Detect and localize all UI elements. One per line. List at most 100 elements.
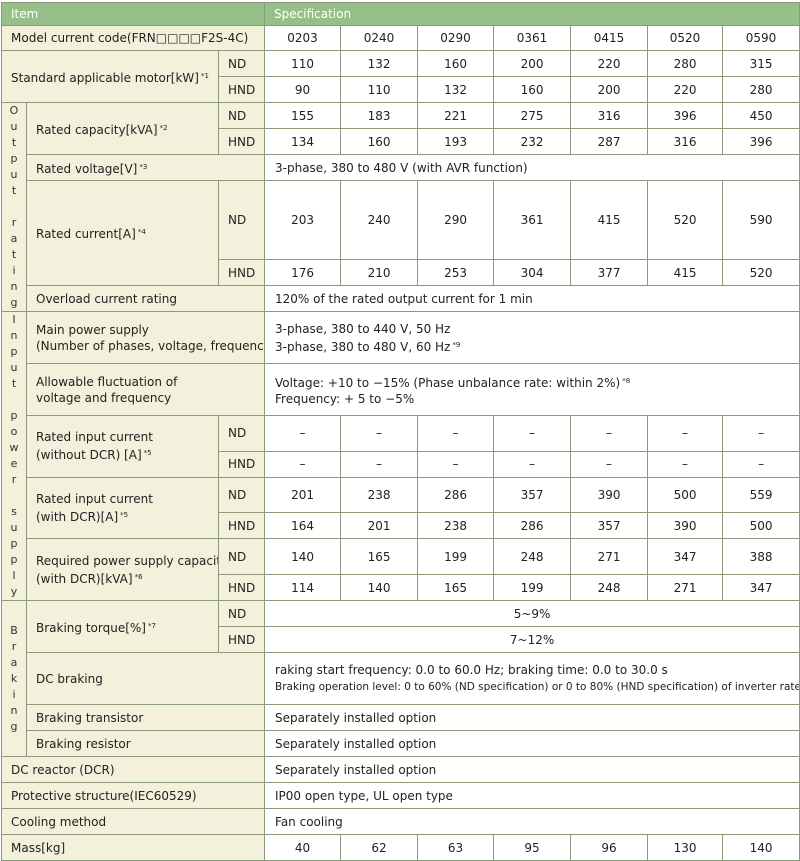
table-cell: 200 bbox=[570, 76, 649, 103]
table-cell: 165 bbox=[417, 574, 495, 601]
nd-label: ND bbox=[217, 538, 266, 575]
table-cell: – bbox=[340, 450, 419, 478]
table-cell: 559 bbox=[722, 476, 800, 514]
fluctuation-label: Allowable fluctuation of voltage and freq… bbox=[25, 363, 266, 416]
rated-voltage-value: 3-phase, 380 to 480 V (with AVR function… bbox=[264, 154, 800, 181]
table-cell: 357 bbox=[493, 476, 572, 514]
table-cell: 63 bbox=[417, 834, 495, 861]
model-code: 0590 bbox=[722, 25, 800, 51]
table-cell: 500 bbox=[722, 512, 800, 540]
fluctuation-row: Allowable fluctuation of voltage and freq… bbox=[2, 363, 800, 416]
table-cell: 388 bbox=[722, 538, 800, 575]
dc-reactor-label: DC reactor (DCR) bbox=[0, 756, 266, 783]
table-cell: 96 bbox=[570, 834, 649, 861]
table-cell: 155 bbox=[264, 102, 342, 129]
table-cell: 280 bbox=[647, 50, 724, 77]
nd-label: ND bbox=[217, 415, 266, 452]
braking-resistor-value: Separately installed option bbox=[264, 730, 800, 757]
table-cell: 110 bbox=[264, 50, 342, 77]
table-cell: 132 bbox=[417, 76, 495, 103]
table-cell: 286 bbox=[493, 512, 572, 540]
braking-transistor-label: Braking transistor bbox=[25, 704, 266, 731]
table-cell: 316 bbox=[570, 102, 649, 129]
dc-braking-value: raking start frequency: 0.0 to 60.0 Hz; … bbox=[264, 652, 800, 705]
mass-label: Mass[kg] bbox=[0, 834, 266, 861]
table-cell: 199 bbox=[493, 574, 572, 601]
hnd-label: HND bbox=[217, 259, 266, 286]
table-cell: 220 bbox=[647, 76, 724, 103]
table-cell: 160 bbox=[493, 76, 572, 103]
hnd-label: HND bbox=[217, 128, 266, 155]
table-cell: 347 bbox=[647, 538, 724, 575]
rated-capacity-label: Rated capacity[kVA] *2 bbox=[26, 102, 219, 155]
hnd-label: HND bbox=[217, 76, 266, 103]
model-code: 0415 bbox=[570, 25, 649, 51]
protective-structure-value: IP00 open type, UL open type bbox=[264, 782, 800, 809]
power-capacity-nd-row: Required power supply capacity (with DCR)… bbox=[2, 538, 800, 601]
table-cell: – bbox=[570, 415, 649, 452]
output-rating-group-label: Output rating bbox=[1, 102, 27, 312]
model-label: Model current code(FRN□□□□F2S-4C) bbox=[0, 25, 266, 51]
hnd-label: HND bbox=[217, 574, 266, 601]
table-cell: – bbox=[570, 450, 649, 478]
table-cell: 220 bbox=[570, 50, 649, 77]
dc-braking-row: DC braking raking start frequency: 0.0 t… bbox=[2, 652, 800, 705]
braking-group-label: Braking bbox=[1, 600, 27, 757]
table-cell: 390 bbox=[570, 476, 649, 514]
table-cell: 271 bbox=[570, 538, 649, 575]
braking-torque-nd-value: 5~9% bbox=[264, 600, 800, 627]
table-cell: 130 bbox=[647, 834, 724, 861]
cooling-method-value: Fan cooling bbox=[264, 808, 800, 835]
table-cell: 316 bbox=[647, 128, 724, 155]
item-header: Item bbox=[0, 2, 266, 26]
table-cell: 183 bbox=[340, 102, 419, 129]
model-code: 0290 bbox=[417, 25, 495, 51]
protective-structure-row: Protective structure(IEC60529) IP00 open… bbox=[0, 782, 800, 809]
main-power-value: 3-phase, 380 to 440 V, 50 Hz 3-phase, 380… bbox=[264, 311, 800, 364]
table-cell: 500 bbox=[647, 476, 724, 514]
table-cell: – bbox=[647, 415, 724, 452]
table-cell: 240 bbox=[340, 180, 419, 260]
overload-value: 120% of the rated output current for 1 m… bbox=[264, 285, 800, 312]
braking-resistor-row: Braking resistor Separately installed op… bbox=[2, 730, 800, 757]
table-cell: 201 bbox=[340, 512, 419, 540]
table-cell: 253 bbox=[417, 259, 495, 286]
model-code: 0240 bbox=[340, 25, 419, 51]
table-cell: 62 bbox=[340, 834, 419, 861]
braking-torque-nd-row: Braking Braking torque[%] *7 ND 5~9% bbox=[1, 600, 800, 757]
table-cell: 286 bbox=[417, 476, 495, 514]
nd-label: ND bbox=[217, 102, 266, 129]
model-code: 0520 bbox=[647, 25, 724, 51]
input-no-dcr-nd-row: Rated input current (without DCR) [A] *5 N… bbox=[2, 415, 800, 478]
table-cell: 361 bbox=[493, 180, 572, 260]
nd-label: ND bbox=[217, 600, 266, 627]
dc-reactor-row: DC reactor (DCR) Separately installed op… bbox=[0, 756, 800, 783]
table-cell: 165 bbox=[340, 538, 419, 575]
hnd-label: HND bbox=[217, 450, 266, 478]
table-cell: 164 bbox=[264, 512, 342, 540]
braking-transistor-row: Braking transistor Separately installed … bbox=[2, 704, 800, 731]
model-code: 0361 bbox=[493, 25, 572, 51]
table-cell: – bbox=[493, 450, 572, 478]
table-cell: – bbox=[647, 450, 724, 478]
input-with-dcr-nd-row: Rated input current (with DCR)[A] *5 ND 20… bbox=[2, 476, 800, 540]
table-cell: 210 bbox=[340, 259, 419, 286]
table-cell: 193 bbox=[417, 128, 495, 155]
table-cell: 200 bbox=[493, 50, 572, 77]
table-cell: 95 bbox=[493, 834, 572, 861]
specification-table: Item Specification Model current code(FR… bbox=[0, 2, 800, 861]
braking-transistor-value: Separately installed option bbox=[264, 704, 800, 731]
table-cell: 201 bbox=[264, 476, 342, 514]
rated-voltage-label: Rated voltage[V] *3 bbox=[25, 154, 266, 181]
table-cell: 110 bbox=[340, 76, 419, 103]
table-header-row: Item Specification bbox=[0, 2, 800, 26]
cooling-method-label: Cooling method bbox=[0, 808, 266, 835]
table-cell: 450 bbox=[722, 102, 800, 129]
table-cell: 203 bbox=[264, 180, 342, 260]
table-cell: 520 bbox=[647, 180, 724, 260]
table-cell: – bbox=[264, 450, 342, 478]
table-cell: 176 bbox=[264, 259, 342, 286]
table-cell: – bbox=[722, 450, 800, 478]
rated-voltage-row: Rated voltage[V] *3 3-phase, 380 to 480 V… bbox=[2, 154, 800, 181]
table-cell: – bbox=[340, 415, 419, 452]
